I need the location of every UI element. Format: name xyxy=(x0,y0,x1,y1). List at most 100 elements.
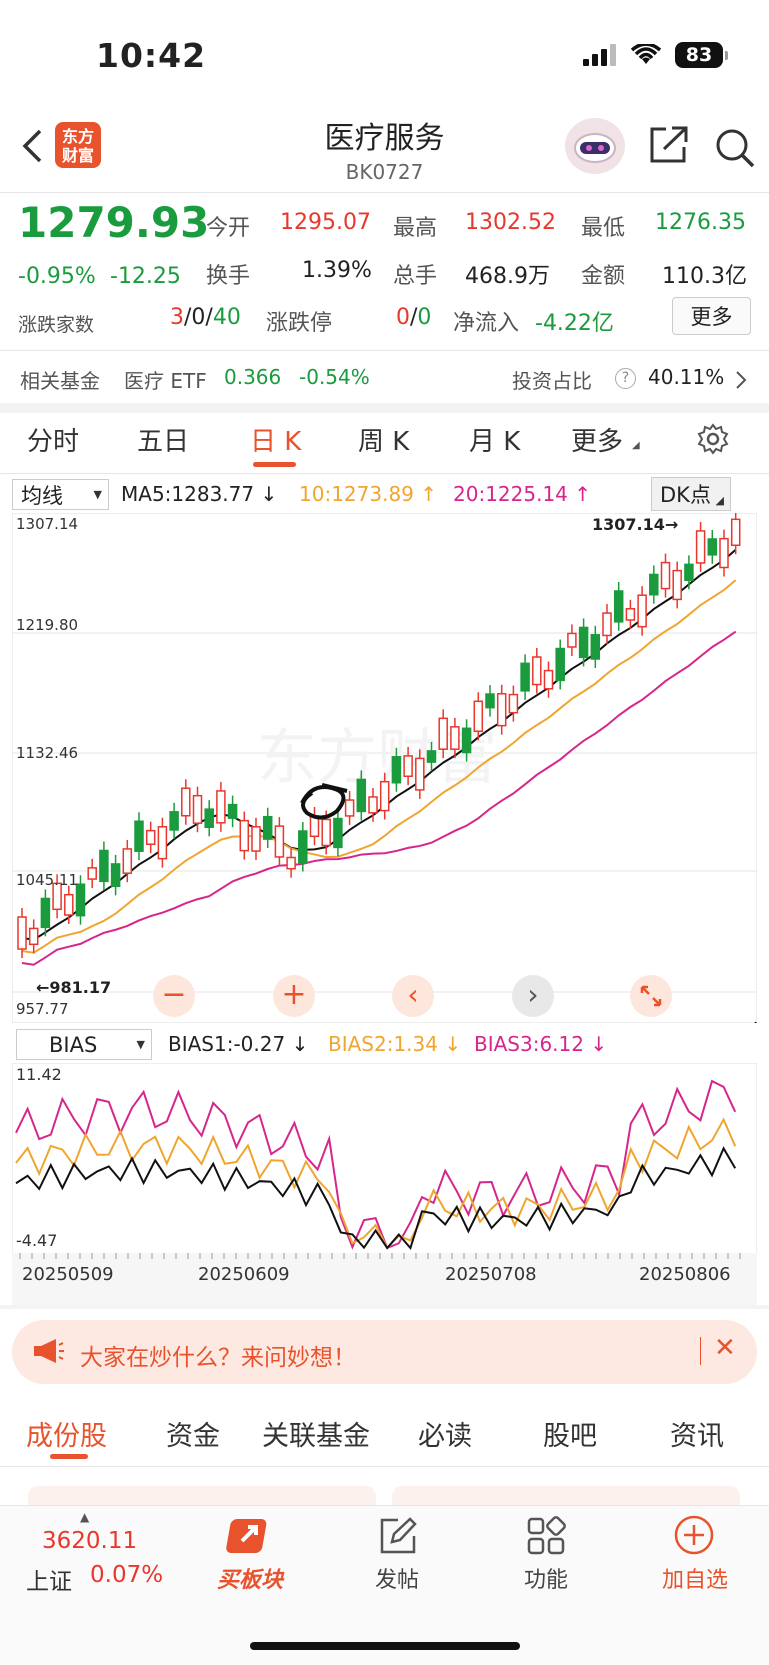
megaphone-icon xyxy=(34,1339,64,1363)
candle-body xyxy=(251,826,261,852)
chevron-right-icon[interactable] xyxy=(735,370,747,390)
candle-body xyxy=(496,693,507,727)
candle-body xyxy=(613,590,624,623)
date-label-2: 20250708 xyxy=(445,1264,537,1285)
index-value[interactable]: 3620.11 xyxy=(42,1528,137,1554)
candle-body xyxy=(555,647,565,682)
grid-apps-icon[interactable] xyxy=(526,1516,566,1556)
current-price: 1279.93 xyxy=(18,198,210,247)
change-value: -12.25 xyxy=(110,264,181,289)
max-price-label: 1307.14→ xyxy=(592,515,679,534)
limit-values: 0/0 xyxy=(396,305,432,330)
active-tab-indicator xyxy=(253,462,296,467)
tab-intraday[interactable]: 分时 xyxy=(27,421,79,458)
amount-label: 金额 xyxy=(581,264,626,289)
candle-body xyxy=(356,778,367,813)
assistant-robot-icon[interactable] xyxy=(565,118,625,174)
tab-funds-flow[interactable]: 资金 xyxy=(166,1414,220,1453)
candle-body xyxy=(110,863,121,888)
scroll-right-button[interactable]: › xyxy=(512,975,554,1017)
candle-body xyxy=(368,796,378,814)
help-icon[interactable]: ? xyxy=(615,368,636,389)
candle-body xyxy=(333,817,343,849)
ma-select[interactable]: 均线 ▼ xyxy=(12,479,109,510)
fund-name[interactable]: 医疗 ETF xyxy=(124,365,207,394)
tab-must-read[interactable]: 必读 xyxy=(418,1414,472,1453)
candle-body xyxy=(298,830,308,864)
bias-y-min: -4.47 xyxy=(16,1231,58,1250)
tab-news[interactable]: 资讯 xyxy=(670,1414,724,1453)
nav-add-watchlist[interactable]: 加自选 xyxy=(650,1562,740,1594)
home-indicator[interactable] xyxy=(250,1642,520,1650)
candle-body xyxy=(134,820,144,852)
index-name[interactable]: 上证 xyxy=(26,1562,72,1596)
y-label-0: 1307.14 xyxy=(16,515,79,533)
candle-body xyxy=(321,818,331,847)
candle-body xyxy=(532,656,542,686)
tab-monthly-k[interactable]: 月 K xyxy=(469,421,520,458)
candle-body xyxy=(438,717,448,750)
index-change[interactable]: 0.07% xyxy=(90,1562,163,1588)
open-value: 1295.07 xyxy=(280,210,371,235)
candle-body xyxy=(403,755,413,777)
card-peek xyxy=(392,1486,740,1506)
ratio-label: 投资占比 xyxy=(512,369,592,393)
tab-daily-k[interactable]: 日 K xyxy=(250,421,301,458)
nav-buy-sector[interactable]: 买板块 xyxy=(205,1562,295,1594)
kline-chart[interactable]: 东方财富 xyxy=(12,513,757,1023)
nav-post[interactable]: 发帖 xyxy=(352,1562,442,1594)
expand-up-icon[interactable]: ▲ xyxy=(80,1510,89,1524)
candle-body xyxy=(473,700,484,733)
fullscreen-button[interactable] xyxy=(630,975,672,1017)
fund-change: -0.54% xyxy=(299,365,370,389)
date-label-0: 20250509 xyxy=(22,1264,114,1285)
ma20-label: 20:1225.14 ↑ xyxy=(453,482,592,506)
candle-body xyxy=(461,727,472,754)
notice-text: 大家在炒什么？来问妙想！ xyxy=(80,1345,356,1371)
bias-select[interactable]: BIAS ▼ xyxy=(16,1029,152,1060)
zoom-out-button[interactable]: − xyxy=(153,975,195,1017)
y-label-3: 1045.11 xyxy=(16,871,79,889)
compose-icon[interactable] xyxy=(378,1516,418,1556)
high-value: 1302.52 xyxy=(465,210,556,235)
expand-icon xyxy=(640,985,662,1007)
candle-body xyxy=(40,897,51,929)
share-icon[interactable] xyxy=(648,125,690,165)
candle-body xyxy=(344,799,355,817)
candle-body xyxy=(239,819,250,852)
bias-y-max: 11.42 xyxy=(16,1065,62,1084)
add-circle-icon[interactable] xyxy=(673,1514,715,1556)
close-icon[interactable]: ✕ xyxy=(714,1333,736,1363)
dk-select[interactable]: DK点 ◢ xyxy=(651,477,731,511)
settings-gear-icon[interactable] xyxy=(697,423,729,455)
more-button[interactable]: 更多 xyxy=(672,297,751,335)
card-peek xyxy=(28,1486,376,1506)
candle-body xyxy=(379,780,390,812)
candle-body xyxy=(169,811,179,831)
date-label-3: 20250806 xyxy=(639,1264,731,1285)
candle-body xyxy=(274,825,285,858)
tab-five-day[interactable]: 五日 xyxy=(137,421,189,458)
tab-forum[interactable]: 股吧 xyxy=(543,1414,597,1453)
buy-sector-icon[interactable] xyxy=(226,1515,274,1557)
candle-body xyxy=(707,538,718,556)
search-icon[interactable] xyxy=(714,127,756,169)
candle-body xyxy=(181,787,191,817)
candle-body xyxy=(157,826,168,860)
candle-body xyxy=(227,803,238,819)
candle-body xyxy=(99,849,109,883)
tab-weekly-k[interactable]: 周 K xyxy=(358,421,409,458)
limit-label: 涨跌停 xyxy=(266,311,333,336)
candle-body xyxy=(590,634,601,660)
section-gap xyxy=(0,1305,769,1309)
candle-body xyxy=(543,669,554,690)
zoom-in-button[interactable]: + xyxy=(273,975,315,1017)
tab-more[interactable]: 更多 xyxy=(571,421,623,458)
ma5-label: MA5:1283.77 ↓ xyxy=(121,482,278,506)
candle-body xyxy=(602,612,612,637)
scroll-left-button[interactable]: ‹ xyxy=(392,975,434,1017)
tab-related-funds[interactable]: 关联基金 xyxy=(262,1414,370,1453)
volume-value: 468.9万 xyxy=(465,264,550,289)
tab-constituents[interactable]: 成份股 xyxy=(26,1414,107,1453)
nav-functions[interactable]: 功能 xyxy=(501,1562,591,1594)
